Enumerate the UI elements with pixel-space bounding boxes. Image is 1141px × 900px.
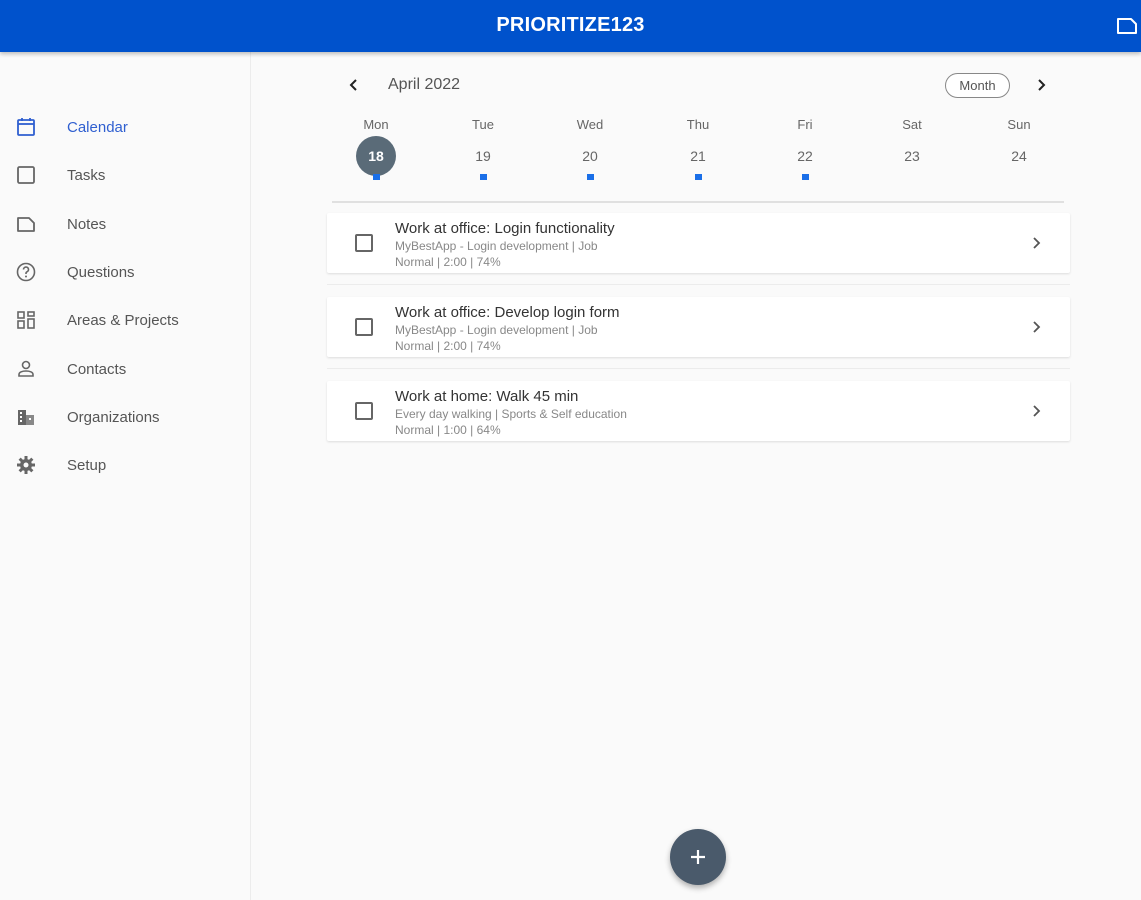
sidebar-item-questions[interactable]: Questions [0,252,250,292]
task-indicator-dot [802,174,809,180]
sidebar-item-label: Questions [67,264,135,281]
task-checkbox[interactable] [355,402,373,420]
task-meta: Normal | 1:00 | 64% [395,423,501,437]
day-number: 20 [582,148,598,164]
sidebar-item-label: Contacts [67,361,127,378]
day-number: 22 [797,148,813,164]
list-divider [327,284,1070,285]
task-subtitle: MyBestApp - Login development | Job [395,323,598,337]
chevron-right-icon[interactable] [1031,74,1051,96]
task-meta: Normal | 2:00 | 74% [395,255,501,269]
day-name: Fri [797,117,813,132]
task-indicator-dot [695,174,702,180]
grid-icon [15,309,37,331]
sidebar-item-setup[interactable]: Setup [0,445,250,485]
day-number: 19 [475,148,491,164]
chevron-right-icon[interactable] [1030,317,1044,337]
note-icon [15,213,37,235]
day-name: Sat [902,117,922,132]
month-view-button[interactable]: Month [945,73,1010,98]
task-subtitle: MyBestApp - Login development | Job [395,239,598,253]
task-indicator-dot [373,174,380,180]
task-title: Work at home: Walk 45 min [395,388,579,405]
sidebar-item-label: Organizations [67,409,160,426]
task-row[interactable]: Work at home: Walk 45 min Every day walk… [327,381,1070,441]
day-name: Mon [363,117,389,132]
calendar-icon [15,116,37,138]
task-checkbox[interactable] [355,234,373,252]
task-subtitle: Every day walking | Sports & Self educat… [395,407,627,421]
sidebar-item-areas-projects[interactable]: Areas & Projects [0,300,250,340]
day-number: 18 [356,136,396,176]
task-title: Work at office: Login functionality [395,220,615,237]
day-mon[interactable]: Mon 18 [336,116,416,186]
app-bar: PRIORITIZE123 [0,0,1141,52]
sidebar-item-label: Areas & Projects [67,312,179,329]
add-button[interactable] [670,829,726,885]
task-row[interactable]: Work at office: Login functionality MyBe… [327,213,1070,273]
sidebar-item-tasks[interactable]: Tasks [0,155,250,195]
task-indicator-dot [587,174,594,180]
day-name: Tue [472,117,494,132]
task-row[interactable]: Work at office: Develop login form MyBes… [327,297,1070,357]
main-content: April 2022 Month Mon 18 Tue 19 Wed 20 Th… [252,52,1141,900]
sidebar-item-label: Calendar [67,119,128,136]
plus-icon [691,850,705,864]
chevron-right-icon[interactable] [1030,233,1044,253]
day-sat[interactable]: Sat 23 [872,116,952,186]
task-title: Work at office: Develop login form [395,304,620,321]
gear-icon [15,454,37,476]
sidebar-item-label: Notes [67,216,107,233]
chevron-left-icon[interactable] [344,74,364,96]
list-divider [327,368,1070,369]
calendar-header: April 2022 Month [252,52,1141,122]
sidebar-item-calendar[interactable]: Calendar [0,107,250,147]
sidebar: Calendar Tasks Notes Questions Areas & P… [0,52,251,900]
checkbox-icon [15,164,37,186]
person-icon [15,358,37,380]
note-icon[interactable] [1115,14,1139,38]
day-thu[interactable]: Thu 21 [658,116,738,186]
task-checkbox[interactable] [355,318,373,336]
chevron-right-icon[interactable] [1030,401,1044,421]
day-tue[interactable]: Tue 19 [443,116,523,186]
day-number: 21 [690,148,706,164]
sidebar-item-notes[interactable]: Notes [0,204,250,244]
question-icon [15,261,37,283]
sidebar-item-contacts[interactable]: Contacts [0,349,250,389]
calendar-divider [332,201,1064,203]
sidebar-item-label: Setup [67,457,107,474]
building-icon [15,406,37,428]
sidebar-item-label: Tasks [67,167,106,184]
app-title: PRIORITIZE123 [496,14,645,36]
day-wed[interactable]: Wed 20 [550,116,630,186]
task-meta: Normal | 2:00 | 74% [395,339,501,353]
day-name: Sun [1007,117,1031,132]
day-sun[interactable]: Sun 24 [979,116,1059,186]
month-label: April 2022 [388,76,461,93]
day-name: Wed [576,117,604,132]
sidebar-item-organizations[interactable]: Organizations [0,397,250,437]
day-fri[interactable]: Fri 22 [765,116,845,186]
day-number: 24 [1011,148,1027,164]
day-name: Thu [686,117,710,132]
task-indicator-dot [480,174,487,180]
day-number: 23 [904,148,920,164]
